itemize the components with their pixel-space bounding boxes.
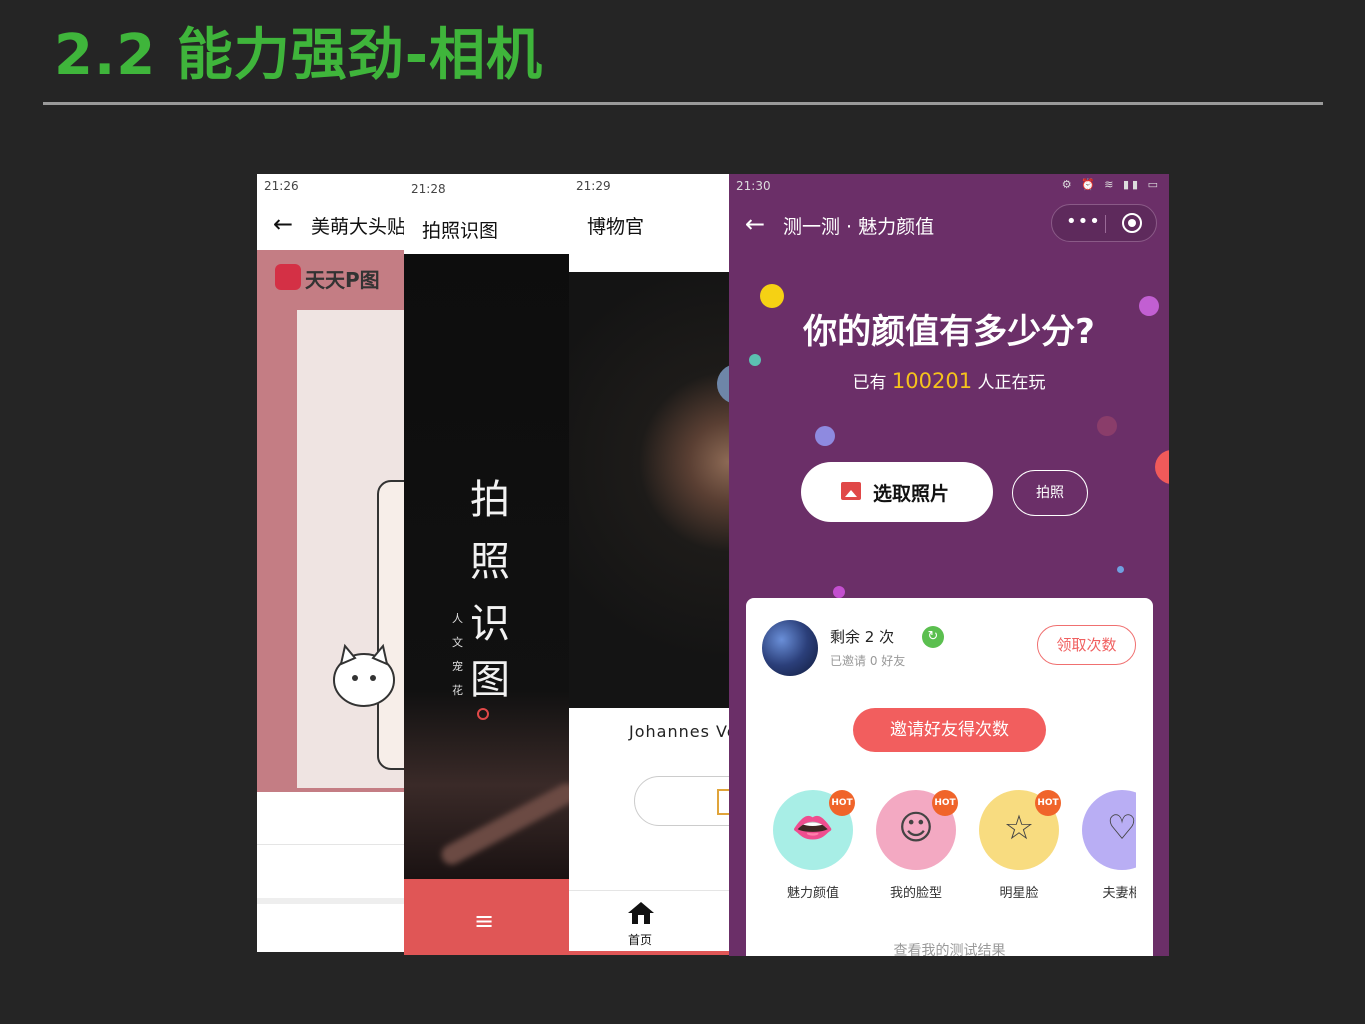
poster-subtitle-char: 文 <box>452 636 463 649</box>
cat-sticker-icon <box>333 643 395 707</box>
category-couple[interactable]: ♡ 夫妻相 <box>1081 790 1136 901</box>
artwork-image <box>569 272 731 708</box>
category-charm[interactable]: 👄 HOT 魅力颜值 <box>772 790 855 901</box>
back-arrow-icon[interactable]: ← <box>745 210 765 238</box>
bottom-accent-line <box>569 951 731 955</box>
avatar[interactable] <box>762 620 818 676</box>
category-label: 明星脸 <box>999 886 1039 901</box>
heart-icon: ♡ <box>1106 808 1136 848</box>
category-clip: ♡ 夫妻相 <box>1081 790 1136 910</box>
category-circle: ☺ HOT <box>876 790 958 870</box>
app-logo-icon <box>275 264 301 290</box>
category-circle: 👄 HOT <box>773 790 855 870</box>
phone-screenshot-4: 21:30 ⚙ ⏰ ≋ ▮▮ ▭ ← 测一测 · 魅力颜值 ••• 你的颜值有多… <box>729 174 1169 956</box>
branch-decoration <box>438 779 570 869</box>
poster-subtitle-char: 人 <box>452 612 463 625</box>
category-face-shape[interactable]: ☺ HOT 我的脸型 <box>875 790 958 901</box>
phone-screenshot-1: 21:26 ← 美萌大头贴 天天P图 ✧ <box>257 174 417 952</box>
poster-char: 识 <box>470 601 510 647</box>
hero-banner: 天天P图 ✧ <box>257 250 417 792</box>
miniapp-capsule: ••• <box>1051 204 1157 242</box>
sticker-preview: ✧ <box>297 310 417 788</box>
decor-bubble <box>1097 416 1117 436</box>
artwork-caption: Johannes Ve <box>629 722 731 741</box>
title-divider <box>43 102 1323 105</box>
category-label: 夫妻相 <box>1102 886 1136 901</box>
pick-photo-button[interactable]: 选取照片 <box>801 462 993 522</box>
players-count-line: 已有 100201 人正在玩 <box>729 368 1169 393</box>
status-time: 21:28 <box>411 182 446 196</box>
decor-bubble <box>1117 566 1124 573</box>
nav-title: 测一测 · 魅力颜值 <box>783 216 935 238</box>
tab-home-label[interactable]: 首页 <box>628 931 652 948</box>
decor-bubble <box>1155 450 1169 484</box>
seal-dot-icon <box>477 708 489 720</box>
image-icon <box>841 482 861 500</box>
claim-tries-button[interactable]: 领取次数 <box>1037 625 1136 665</box>
tab-bar: 首页 <box>569 890 731 955</box>
brand-name: 天天P图 <box>305 268 380 292</box>
bottom-menu-bar[interactable]: ≡ <box>404 879 570 955</box>
phone-screenshot-2: 21:28 拍照识图 拍 照 识 图 人 文 宠 花 ≡ <box>404 174 570 955</box>
nav-title: 博物官 <box>587 216 645 238</box>
refresh-icon[interactable]: ↻ <box>922 626 944 648</box>
decor-bubble <box>833 586 845 598</box>
capsule-divider <box>1105 215 1106 233</box>
slide-title: 2.2 能力强劲-相机 <box>54 23 543 88</box>
poster-char: 图 <box>470 657 510 703</box>
divider <box>257 844 417 845</box>
phone-screenshot-3: 21:29 博物官 Johannes Ve 首页 <box>569 174 731 955</box>
invited-friends: 已邀请 0 好友 <box>830 654 906 668</box>
scan-button[interactable] <box>634 776 731 826</box>
category-label: 我的脸型 <box>889 886 942 901</box>
status-time: 21:26 <box>264 179 299 193</box>
divider <box>257 898 417 904</box>
category-label: 魅力颜值 <box>786 886 839 901</box>
category-circle: ♡ <box>1082 790 1136 870</box>
players-count: 100201 <box>891 369 973 393</box>
poster-subtitle-char: 花 <box>452 684 463 697</box>
close-target-icon[interactable] <box>1122 213 1142 233</box>
status-icons: ⚙ ⏰ ≋ ▮▮ ▭ <box>1061 178 1161 191</box>
back-arrow-icon[interactable]: ← <box>273 210 293 238</box>
status-time: 21:30 <box>736 179 771 193</box>
status-time: 21:29 <box>576 179 611 193</box>
nav-title: 美萌大头贴 <box>311 216 407 238</box>
remaining-tries: 剩余 2 次 <box>830 628 895 646</box>
category-star-face[interactable]: ☆ HOT 明星脸 <box>978 790 1061 901</box>
home-icon[interactable] <box>627 901 655 925</box>
more-icon[interactable]: ••• <box>1066 211 1101 232</box>
poster-image: 拍 照 识 图 人 文 宠 花 <box>404 254 570 879</box>
category-circle: ☆ HOT <box>979 790 1061 870</box>
poster-char: 拍 <box>470 477 510 523</box>
view-results-link[interactable]: 查看我的测试结果 <box>746 940 1153 956</box>
decor-bubble <box>815 426 835 446</box>
hot-badge: HOT <box>932 790 958 816</box>
nav-title: 拍照识图 <box>422 220 499 242</box>
invite-friends-button[interactable]: 邀请好友得次数 <box>853 708 1046 752</box>
players-prefix: 已有 <box>852 373 887 393</box>
decor-bubble <box>749 354 761 366</box>
poster-char: 照 <box>470 539 510 585</box>
pick-photo-label: 选取照片 <box>873 483 950 505</box>
hot-badge: HOT <box>829 790 855 816</box>
poster-subtitle-char: 宠 <box>452 660 463 673</box>
user-panel: 剩余 2 次 已邀请 0 好友 ↻ 领取次数 邀请好友得次数 👄 HOT 魅力颜… <box>746 598 1153 956</box>
take-photo-button[interactable]: 拍照 <box>1012 470 1088 516</box>
headline: 你的颜值有多少分? <box>803 312 1095 352</box>
hot-badge: HOT <box>1035 790 1061 816</box>
players-suffix: 人正在玩 <box>977 373 1046 393</box>
menu-icon[interactable]: ≡ <box>474 909 494 933</box>
